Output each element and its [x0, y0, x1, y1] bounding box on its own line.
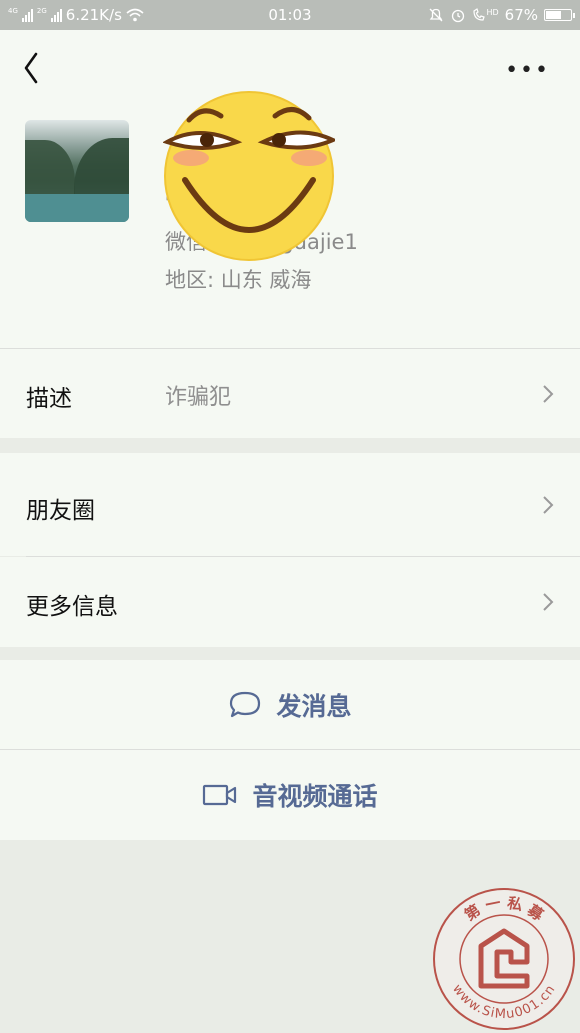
smirk-emoji-sticker [163, 91, 335, 261]
more-info-row[interactable]: 更多信息 [0, 557, 580, 647]
battery-percent: 67% [504, 6, 538, 24]
region: 地区: 山东 威海 [165, 268, 312, 292]
status-right: HD 67% [428, 6, 575, 24]
chat-bubble-icon [230, 691, 261, 717]
hd-label: HD [486, 7, 499, 17]
avatar-water [25, 194, 129, 222]
description-row[interactable]: 描述 诈骗犯 [0, 349, 580, 438]
moments-row[interactable]: 朋友圈 [0, 453, 580, 556]
video-call-label: 音视频通话 [252, 782, 378, 811]
description-label: 描述 [26, 386, 72, 412]
send-message-button[interactable]: 发消息 [0, 660, 580, 749]
avatar[interactable] [25, 120, 129, 222]
volte-hd-icon: HD [472, 7, 499, 22]
battery-icon [544, 9, 575, 21]
description-value: 诈骗犯 [165, 385, 232, 410]
back-arrow-icon[interactable] [20, 50, 44, 86]
video-call-button[interactable]: 音视频通话 [0, 750, 580, 840]
video-camera-icon [203, 784, 237, 806]
alarm-icon [452, 9, 465, 23]
status-bar: 4G 2G 6.21K/s 01:03 HD 67% [0, 0, 580, 30]
bell-muted-icon [430, 8, 443, 22]
more-info-label: 更多信息 [26, 594, 118, 620]
chevron-right-icon [543, 496, 554, 514]
chevron-right-icon [543, 593, 554, 611]
moments-label: 朋友圈 [26, 498, 95, 524]
chevron-right-icon [543, 385, 554, 403]
simu001-watermark-logo: 第 一 私 募 www.SiMu001.cn [433, 888, 575, 1030]
profile-header: ••• 昵。 微信号: yangdajie1 地区: 山东 威海 [0, 30, 580, 348]
send-message-label: 发消息 [276, 691, 352, 721]
more-options-icon[interactable]: ••• [505, 58, 550, 83]
battery-fill [546, 11, 561, 19]
